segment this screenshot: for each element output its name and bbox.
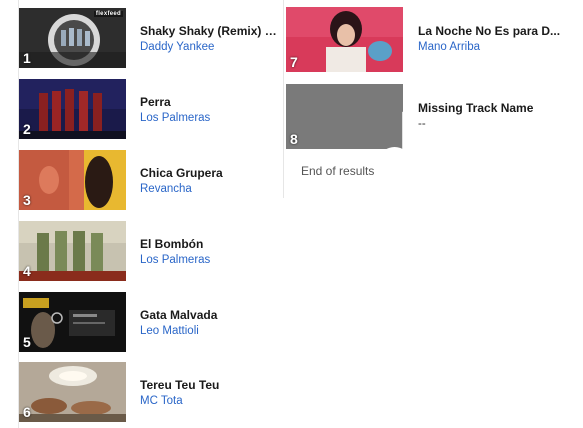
music-note-icon [386,111,403,149]
track-item[interactable]: 2 Perra Los Palmeras [19,79,281,139]
thumbnail-badge: flexfeed [93,11,123,17]
track-artist-link[interactable]: Mano Arriba [418,40,583,55]
track-item[interactable]: 8 Missing Track Name -- [286,84,583,149]
track-number: 3 [23,192,31,208]
track-item[interactable]: 3 Chica Grupera Revancha [19,150,281,210]
track-number: 1 [23,50,31,66]
track-title[interactable]: Missing Track Name [418,101,583,116]
track-item[interactable]: flexfeed 1 Shaky Shaky (Remix) (f... Dad… [19,8,281,68]
track-meta: Chica Grupera Revancha [140,166,280,197]
track-title[interactable]: La Noche No Es para D... [418,24,583,39]
track-meta: Missing Track Name -- [418,101,583,132]
track-number: 8 [290,131,298,147]
track-artist: -- [418,118,426,130]
track-thumbnail[interactable]: flexfeed 1 [19,8,126,68]
track-meta: Tereu Teu Teu MC Tota [140,378,280,409]
track-thumbnail[interactable]: 7 [286,7,403,72]
track-item[interactable]: 4 El Bombón Los Palmeras [19,221,281,281]
end-of-results: End of results [301,164,375,178]
track-title[interactable]: Shaky Shaky (Remix) (f... [140,24,280,39]
track-thumbnail[interactable]: 2 [19,79,126,139]
track-thumbnail[interactable]: 4 [19,221,126,281]
track-number: 5 [23,334,31,350]
track-artist-link[interactable]: MC Tota [140,394,280,409]
track-item[interactable]: 7 La Noche No Es para D... Mano Arriba [286,7,583,72]
track-title[interactable]: Chica Grupera [140,166,280,181]
track-meta: La Noche No Es para D... Mano Arriba [418,24,583,55]
track-thumbnail[interactable]: 6 [19,362,126,422]
track-title[interactable]: Gata Malvada [140,308,280,323]
track-number: 2 [23,121,31,137]
track-item[interactable]: 5 Gata Malvada Leo Mattioli [19,292,281,352]
track-number: 4 [23,263,31,279]
track-item[interactable]: 6 Tereu Teu Teu MC Tota [19,362,281,422]
track-number: 6 [23,404,31,420]
column-divider [283,0,284,198]
track-meta: Shaky Shaky (Remix) (f... Daddy Yankee [140,24,280,55]
track-artist-link[interactable]: Leo Mattioli [140,324,280,339]
track-title[interactable]: Tereu Teu Teu [140,378,280,393]
track-meta: Perra Los Palmeras [140,95,280,126]
track-thumbnail[interactable]: 3 [19,150,126,210]
results-column-left: flexfeed 1 Shaky Shaky (Remix) (f... Dad… [0,0,283,428]
track-artist-link[interactable]: Los Palmeras [140,111,280,126]
track-thumbnail-placeholder[interactable]: 8 [286,84,403,149]
track-artist-link[interactable]: Revancha [140,182,280,197]
track-meta: El Bombón Los Palmeras [140,237,280,268]
track-title[interactable]: El Bombón [140,237,280,252]
track-number: 7 [290,54,298,70]
track-meta: Gata Malvada Leo Mattioli [140,308,280,339]
track-thumbnail[interactable]: 5 [19,292,126,352]
track-title[interactable]: Perra [140,95,280,110]
track-artist-link[interactable]: Los Palmeras [140,253,280,268]
track-artist-link[interactable]: Daddy Yankee [140,40,280,55]
